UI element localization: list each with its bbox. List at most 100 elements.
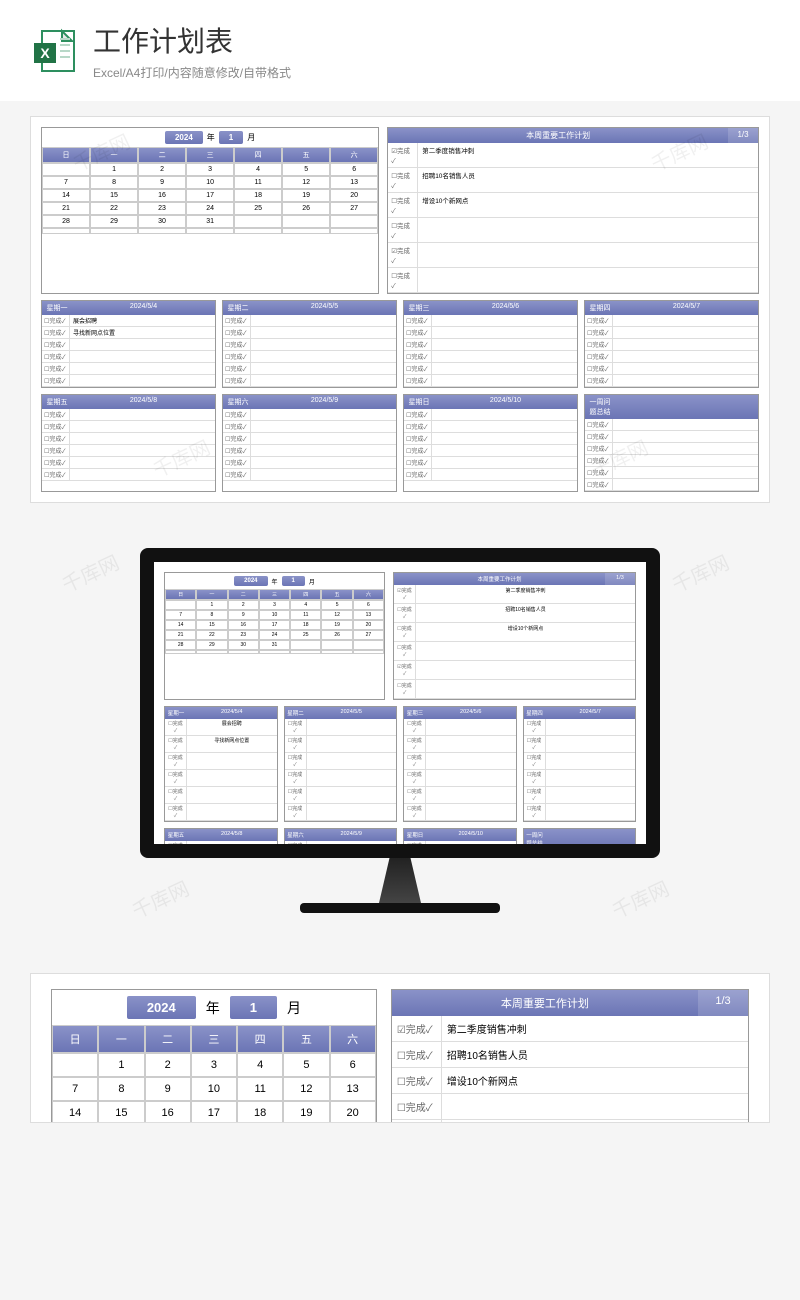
calendar-cell[interactable] [186,228,234,234]
done-checkbox[interactable]: ☐完成✓ [404,327,432,338]
calendar-cell[interactable]: 8 [90,176,138,189]
calendar-cell[interactable] [290,640,321,650]
calendar-cell[interactable]: 1 [90,163,138,176]
done-checkbox[interactable]: ☐完成✓ [223,433,251,444]
done-checkbox[interactable]: ☐完成✓ [585,467,613,478]
done-checkbox[interactable]: ☐完成✓ [404,375,432,386]
done-checkbox[interactable]: ☐完成✓ [404,421,432,432]
calendar-cell[interactable]: 15 [90,189,138,202]
day-task-text[interactable] [70,409,215,420]
calendar-cell[interactable]: 7 [52,1077,98,1101]
done-checkbox[interactable]: ☐完成✓ [585,419,613,430]
done-checkbox[interactable]: ☐完成✓ [42,363,70,374]
calendar-cell[interactable] [52,1053,98,1077]
calendar-cell[interactable]: 2 [228,600,259,610]
calendar-cell[interactable]: 9 [145,1077,191,1101]
day-task-text[interactable] [613,339,758,350]
calendar-cell[interactable]: 9 [228,610,259,620]
done-checkbox[interactable]: ☐完成✓ [585,327,613,338]
day-task-text[interactable] [251,433,396,444]
done-checkbox[interactable]: ☐完成✓ [165,804,187,820]
calendar-cell[interactable]: 16 [145,1101,191,1123]
day-task-text[interactable] [432,409,577,420]
day-task-text[interactable] [251,409,396,420]
task-text[interactable]: 第二季度销售冲刺 [416,585,635,603]
done-checkbox[interactable]: ☐完成✓ [394,604,416,622]
day-task-text[interactable] [613,419,758,430]
done-checkbox[interactable]: ☐完成✓ [285,804,307,820]
done-checkbox[interactable]: ☑完成✓ [392,1120,442,1123]
calendar-cell[interactable]: 22 [90,202,138,215]
done-checkbox[interactable]: ☐完成✓ [42,375,70,386]
calendar-cell[interactable]: 19 [282,189,330,202]
done-checkbox[interactable]: ☐完成✓ [42,315,70,326]
calendar-cell[interactable]: 22 [196,630,227,640]
day-task-text[interactable] [546,736,636,752]
done-checkbox[interactable]: ☐完成✓ [165,787,187,803]
task-text[interactable]: 招聘10名销售人员 [418,168,758,192]
calendar-cell[interactable]: 14 [165,620,196,630]
task-text[interactable]: 招聘10名销售人员 [442,1042,748,1067]
day-task-text[interactable] [432,327,577,338]
day-task-text[interactable]: 寻找新网点位置 [187,736,277,752]
task-text[interactable]: 第二季度销售冲刺 [418,143,758,167]
day-task-text[interactable] [307,804,397,820]
year-pill[interactable]: 2024 [127,996,196,1019]
day-task-text[interactable] [426,753,516,769]
done-checkbox[interactable]: ☐完成✓ [285,787,307,803]
done-checkbox[interactable]: ☐完成✓ [404,736,426,752]
calendar-cell[interactable]: 17 [191,1101,237,1123]
calendar-cell[interactable] [259,650,290,654]
day-task-text[interactable] [307,719,397,735]
day-task-text[interactable] [70,363,215,374]
done-checkbox[interactable]: ☐完成✓ [404,445,432,456]
day-task-text[interactable] [432,363,577,374]
calendar-cell[interactable]: 29 [90,215,138,228]
done-checkbox[interactable]: ☐完成✓ [404,457,432,468]
calendar-cell[interactable] [330,215,378,228]
calendar-cell[interactable] [90,228,138,234]
calendar-cell[interactable]: 9 [138,176,186,189]
done-checkbox[interactable]: ☐完成✓ [394,680,416,698]
calendar-cell[interactable]: 14 [42,189,90,202]
done-checkbox[interactable]: ☐完成✓ [165,736,187,752]
task-text[interactable] [442,1094,748,1119]
day-task-text[interactable] [70,375,215,386]
day-task-text[interactable] [251,327,396,338]
done-checkbox[interactable]: ☐完成✓ [404,719,426,735]
done-checkbox[interactable]: ☐完成✓ [394,642,416,660]
done-checkbox[interactable]: ☐完成✓ [392,1094,442,1119]
calendar-cell[interactable]: 4 [237,1053,283,1077]
task-text[interactable] [416,642,635,660]
day-task-text[interactable] [70,339,215,350]
day-task-text[interactable] [187,787,277,803]
calendar-cell[interactable] [330,228,378,234]
calendar-cell[interactable]: 18 [234,189,282,202]
calendar-cell[interactable]: 8 [196,610,227,620]
done-checkbox[interactable]: ☐完成✓ [524,787,546,803]
calendar-cell[interactable] [228,650,259,654]
calendar-cell[interactable] [290,650,321,654]
calendar-cell[interactable]: 1 [98,1053,144,1077]
done-checkbox[interactable]: ☐完成✓ [42,339,70,350]
day-task-text[interactable] [307,753,397,769]
day-task-text[interactable] [432,421,577,432]
calendar-cell[interactable]: 20 [353,620,384,630]
day-task-text[interactable] [613,363,758,374]
day-task-text[interactable] [426,804,516,820]
calendar-cell[interactable]: 25 [290,630,321,640]
done-checkbox[interactable]: ☐完成✓ [524,849,546,858]
calendar-cell[interactable]: 24 [186,202,234,215]
calendar-cell[interactable]: 2 [138,163,186,176]
day-task-text[interactable] [613,467,758,478]
task-text[interactable]: 增设10个新网点 [418,193,758,217]
calendar-cell[interactable]: 10 [191,1077,237,1101]
day-task-text[interactable] [251,315,396,326]
done-checkbox[interactable]: ☐完成✓ [223,351,251,362]
calendar-cell[interactable]: 16 [228,620,259,630]
calendar-cell[interactable]: 7 [165,610,196,620]
calendar-cell[interactable]: 23 [138,202,186,215]
calendar-cell[interactable]: 16 [138,189,186,202]
day-task-text[interactable] [307,787,397,803]
calendar-cell[interactable]: 20 [330,189,378,202]
